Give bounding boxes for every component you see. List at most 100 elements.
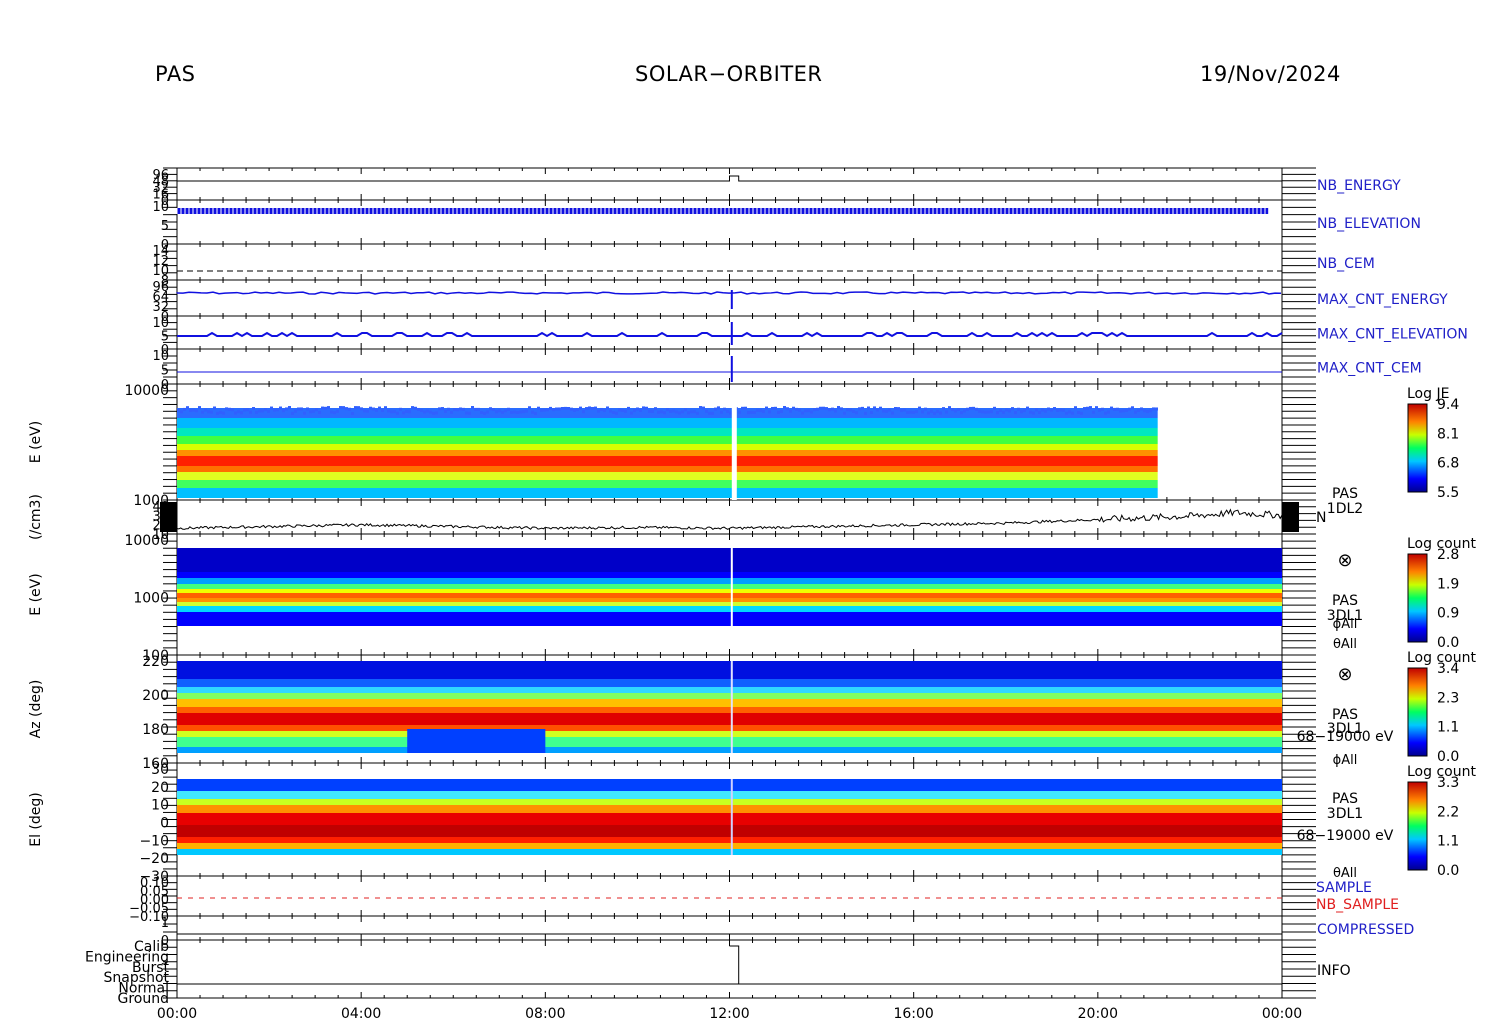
je-spectrogram-speckle: [1116, 407, 1119, 411]
je-spectrogram-speckle: [381, 408, 384, 412]
count-energy-label-phi: ϕAll: [1333, 617, 1358, 632]
count-energy-direction-icon: ⊗: [1337, 550, 1352, 571]
je-spectrogram-speckle: [894, 407, 897, 411]
je-spectrogram-speckle: [417, 407, 420, 411]
je-spectrogram-speckle: [420, 409, 423, 413]
je-spectrogram-speckle: [978, 409, 981, 413]
count-energy-band: [177, 602, 1282, 606]
je-spectrogram-speckle: [1137, 408, 1140, 412]
elevation-band: [177, 813, 1282, 825]
je-spectrogram-speckle: [318, 411, 321, 415]
je-spectrogram-speckle: [1017, 407, 1020, 411]
azimuth-colorbar-tick: 2.3: [1437, 690, 1459, 706]
je-spectrogram-speckle: [711, 411, 714, 415]
je-spectrogram-speckle: [222, 411, 225, 415]
je-spectrogram-speckle: [519, 410, 522, 414]
elevation-band: [177, 843, 1282, 849]
azimuth-band: [177, 693, 1282, 699]
je-spectrogram-speckle: [663, 411, 666, 415]
je-spectrogram-speckle: [393, 410, 396, 414]
count-energy-band: [177, 612, 1282, 626]
compressed-right-label: COMPRESSED: [1317, 922, 1414, 938]
je-spectrogram-speckle: [1131, 406, 1134, 410]
je-spectrogram-speckle: [696, 411, 699, 415]
je_spectrogram-colorbar: [1407, 403, 1428, 493]
je-spectrogram-speckle: [306, 407, 309, 411]
je-spectrogram-speckle: [528, 406, 531, 410]
je-spectrogram-speckle: [810, 410, 813, 414]
je-spectrogram-speckle: [552, 408, 555, 412]
azimuth-band: [177, 731, 1282, 737]
je-spectrogram-speckle: [714, 407, 717, 411]
density-label-dl: 1DL2: [1327, 501, 1363, 517]
je-spectrogram-speckle: [729, 411, 732, 415]
je-spectrogram-speckle: [210, 410, 213, 414]
azimuth-y-axis-label: Az (deg): [28, 680, 44, 739]
je-spectrogram-speckle: [798, 408, 801, 412]
je-spectrogram-speckle: [198, 406, 201, 410]
je-spectrogram-speckle: [183, 407, 186, 411]
elevation-colorbar: [1407, 781, 1428, 871]
je-spectrogram-speckle: [900, 409, 903, 413]
je-spectrogram-speckle: [1095, 406, 1098, 410]
je-spectrogram-speckle: [555, 407, 558, 411]
je-spectrogram-speckle: [699, 406, 702, 410]
je-spectrogram-speckle: [822, 406, 825, 410]
je-spectrogram-speckle: [1092, 410, 1095, 414]
je-spectrogram-speckle: [765, 406, 768, 410]
nb_elevation-y-tick-label: 5: [161, 219, 169, 234]
elevation-y-tick-label: −20: [139, 851, 169, 867]
je-spectrogram-speckle: [903, 408, 906, 412]
x-tick-label: 12:00: [709, 1006, 749, 1020]
je-spectrogram-speckle: [315, 408, 318, 412]
je-spectrogram-speckle: [948, 406, 951, 410]
je-spectrogram-speckle: [534, 411, 537, 415]
je-spectrogram-speckle: [357, 406, 360, 410]
je-spectrogram-speckle: [852, 409, 855, 413]
je-spectrogram-speckle: [882, 409, 885, 413]
je-spectrogram-speckle: [867, 406, 870, 410]
je-spectrogram-speckle: [1119, 409, 1122, 413]
je-spectrogram-speckle: [708, 411, 711, 415]
je-spectrogram-speckle: [801, 411, 804, 415]
azimuth-low-region: [407, 729, 546, 753]
je-spectrogram-speckle: [969, 406, 972, 410]
je-spectrogram-speckle: [891, 411, 894, 415]
info-right-label: INFO: [1317, 963, 1351, 979]
je-spectrogram-speckle: [621, 409, 624, 413]
je-spectrogram-speckle: [1113, 407, 1116, 411]
je-spectrogram-speckle: [681, 410, 684, 414]
azimuth-band: [177, 699, 1282, 707]
je-spectrogram-speckle: [1014, 411, 1017, 415]
je-spectrogram-speckle: [1056, 408, 1059, 412]
je-spectrogram-speckle: [624, 409, 627, 413]
je-spectrogram-speckle: [630, 411, 633, 415]
max-cnt-energy-line: [176, 291, 1282, 295]
nb_elevation-y-tick-label: 10: [152, 200, 169, 215]
azimuth-y-tick-label: 180: [142, 722, 169, 738]
je-spectrogram-speckle: [1086, 406, 1089, 410]
je-spectrogram-speckle: [492, 408, 495, 412]
je-spectrogram-speckle: [177, 408, 180, 412]
je-spectrogram-speckle: [429, 410, 432, 414]
count_energy-colorbar: [1407, 553, 1428, 643]
azimuth-y-tick-label: 220: [142, 654, 169, 670]
je-spectrogram-speckle: [678, 411, 681, 415]
je_spectrogram-colorbar-tick: 6.8: [1437, 456, 1459, 472]
je-spectrogram-speckle: [660, 410, 663, 414]
elevation-y-axis-label: El (deg): [28, 792, 44, 847]
je-spectrogram-speckle: [195, 409, 198, 413]
je-spectrogram-speckle: [462, 407, 465, 411]
je-spectrogram-speckle: [330, 410, 333, 414]
je-spectrogram-speckle: [576, 408, 579, 412]
je-spectrogram-speckle: [915, 410, 918, 414]
je-spectrogram-speckle: [966, 407, 969, 411]
x-tick-label: 00:00: [1262, 1006, 1302, 1020]
nb_elevation-frame: [176, 199, 1283, 245]
x-tick-label: 00:00: [157, 1006, 197, 1020]
je-spectrogram-speckle: [192, 408, 195, 412]
je-spectrogram-speckle: [1029, 410, 1032, 414]
je-spectrogram-speckle: [906, 410, 909, 414]
je-spectrogram-speckle: [639, 408, 642, 412]
azimuth-band: [177, 661, 1282, 679]
